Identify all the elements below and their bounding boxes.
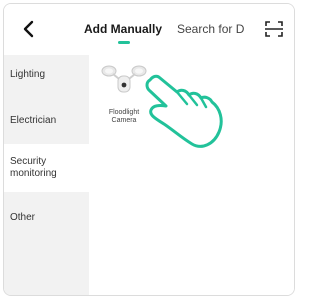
category-sidebar: Lighting Electrician Security monitoring… [4,55,89,295]
sidebar-item-electrician[interactable]: Electrician [4,97,89,144]
tab-search-for-devices[interactable]: Search for D [177,22,259,36]
tab-add-manually[interactable]: Add Manually [84,22,162,36]
scan-icon [265,21,283,37]
chevron-left-icon [23,20,34,38]
scan-button[interactable] [263,18,285,40]
pointing-hand-icon [145,74,223,148]
active-tab-indicator [118,41,130,44]
sidebar-item-other[interactable]: Other [4,192,89,232]
top-bar: Add Manually Search for D [4,4,294,55]
app-window: Add Manually Search for D Lighting Elect… [3,3,295,296]
sidebar-item-lighting[interactable]: Lighting [4,55,89,97]
back-button[interactable] [18,18,40,40]
sidebar-item-security-monitoring[interactable]: Security monitoring [4,144,89,192]
